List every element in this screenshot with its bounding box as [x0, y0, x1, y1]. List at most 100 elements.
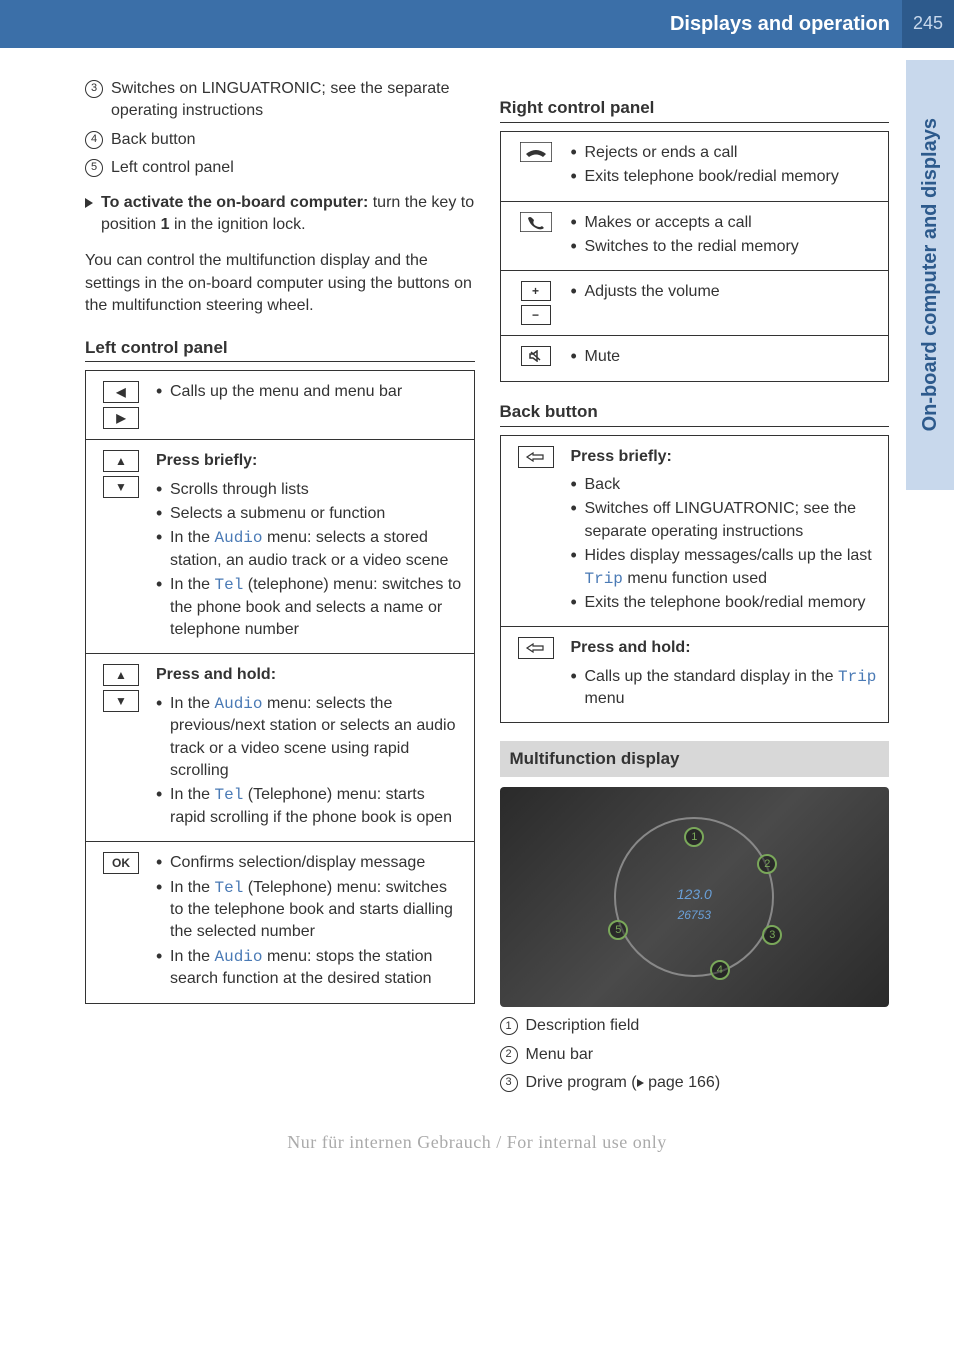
callout-item: 2 Menu bar	[500, 1044, 890, 1066]
numbered-text: Back button	[111, 129, 196, 151]
list-item: Switches to the redial memory	[571, 236, 879, 258]
back-icon	[518, 637, 554, 659]
list-item: In the Tel (Telephone) menu: switches to…	[156, 877, 464, 944]
triangle-bullet-icon	[85, 198, 93, 208]
page-ref-icon	[637, 1079, 644, 1087]
back-button-heading: Back button	[500, 400, 890, 427]
menu-name: Audio	[214, 948, 262, 966]
circle-number-icon: 1	[500, 1017, 518, 1035]
numbered-text: Left control panel	[111, 157, 234, 179]
text-cell: Confirms selection/display message In the…	[156, 842, 474, 1002]
panel-row: ▲▼Press and hold: In the Audio menu: sele…	[86, 654, 474, 842]
list-item: In the Tel (telephone) menu: switches to…	[156, 574, 464, 641]
text-cell: Makes or accepts a callSwitches to the r…	[571, 202, 889, 271]
sub-heading: Press briefly:	[571, 446, 879, 468]
icon-cell: ▲▼	[86, 654, 156, 841]
icon-cell: ◀▶	[86, 371, 156, 439]
numbered-item: 4Back button	[85, 129, 475, 151]
header-title: Displays and operation	[670, 10, 902, 38]
list-item: Hides display messages/calls up the last…	[571, 545, 879, 590]
icon-cell: ▲▼	[86, 440, 156, 653]
icon-cell: OK	[86, 842, 156, 1002]
key-icon: ▶	[103, 407, 139, 429]
icon-cell: +−	[501, 271, 571, 335]
icon-cell	[501, 436, 571, 627]
section-tab: On-board computer and displays	[906, 60, 954, 490]
list-item: Mute	[571, 346, 879, 368]
list-item: In the Audio menu: stops the station sea…	[156, 946, 464, 991]
list-item: Makes or accepts a call	[571, 212, 879, 234]
panel-row: Makes or accepts a callSwitches to the r…	[501, 202, 889, 272]
section-tab-label: On-board computer and displays	[916, 118, 944, 431]
sub-heading: Press and hold:	[156, 664, 464, 686]
list-item: Calls up the menu and menu bar	[156, 381, 464, 403]
speedometer-gauge: 123.0 26753 1 2 3 4 5	[614, 817, 774, 977]
list-item: Scrolls through lists	[156, 479, 464, 501]
text-cell: Calls up the menu and menu bar	[156, 371, 474, 439]
hangup-icon	[520, 142, 552, 162]
list-item: Selects a submenu or function	[156, 503, 464, 525]
icon-cell	[501, 336, 571, 380]
key-icon: ◀	[103, 381, 139, 403]
icon-cell	[501, 202, 571, 271]
list-item: Rejects or ends a call	[571, 142, 879, 164]
menu-name: Trip	[838, 668, 876, 686]
circle-number-icon: 3	[85, 80, 103, 98]
list-item: In the Audio menu: selects a stored stat…	[156, 527, 464, 572]
panel-row: ◀▶Calls up the menu and menu bar	[86, 371, 474, 440]
activate-prefix: To activate the on-board computer:	[101, 194, 368, 211]
callout-item: 1 Description field	[500, 1015, 890, 1037]
control-paragraph: You can control the multifunction displa…	[85, 250, 475, 317]
right-panel-table: Rejects or ends a callExits telephone bo…	[500, 131, 890, 382]
icon-cell	[501, 627, 571, 722]
callout-item: 3Drive program ( page 166)	[500, 1072, 890, 1094]
numbered-item: 3Switches on LINGUATRONIC; see the separ…	[85, 78, 475, 123]
menu-name: Tel	[214, 576, 243, 594]
menu-name: Audio	[214, 695, 262, 713]
back-button-table: Press briefly:BackSwitches off LINGUATRO…	[500, 435, 890, 724]
circle-number-icon: 5	[85, 159, 103, 177]
text-cell: Press briefly:BackSwitches off LINGUATRO…	[571, 436, 889, 627]
watermark-text: Nur für internen Gebrauch / For internal…	[0, 1130, 954, 1155]
mute-icon	[521, 346, 551, 366]
callout-text: Menu bar	[526, 1044, 594, 1066]
volume-up-icon: +	[521, 281, 551, 301]
list-item: In the Audio menu: selects the previous/…	[156, 693, 464, 783]
text-cell: Mute	[571, 336, 889, 380]
list-item: Switches off LINGUATRONIC; see the separ…	[571, 498, 879, 543]
list-item: In the Tel (Telephone) menu: starts rapi…	[156, 784, 464, 829]
activate-instruction: To activate the on-board computer: turn …	[85, 192, 475, 237]
list-item: Confirms selection/display message	[156, 852, 464, 874]
menu-name: Tel	[214, 879, 243, 897]
right-panel-heading: Right control panel	[500, 96, 890, 123]
list-item: Adjusts the volume	[571, 281, 879, 303]
panel-row: Press briefly:BackSwitches off LINGUATRO…	[501, 436, 889, 628]
panel-row: +−Adjusts the volume	[501, 271, 889, 336]
panel-row: ▲▼Press briefly:Scrolls through listsSel…	[86, 440, 474, 654]
callout-text: Drive program ( page 166)	[526, 1072, 721, 1094]
callout-marker-4: 4	[710, 960, 730, 980]
callout-marker-5: 5	[608, 920, 628, 940]
list-item: Calls up the standard display in the Tri…	[571, 666, 879, 711]
callout-text: Description field	[526, 1015, 640, 1037]
text-cell: Adjusts the volume	[571, 271, 889, 335]
numbered-item: 5 Left control panel	[85, 157, 475, 179]
menu-name: Tel	[214, 786, 243, 804]
list-item: Exits telephone book/redial memory	[571, 166, 879, 188]
panel-row: Press and hold: Calls up the standard dis…	[501, 627, 889, 722]
callouts-list: 1 Description field 2 Menu bar 3Drive progra…	[500, 1015, 890, 1094]
sub-heading: Press and hold:	[571, 637, 879, 659]
multifunction-heading: Multifunction display	[500, 741, 890, 777]
panel-row: Rejects or ends a callExits telephone bo…	[501, 132, 889, 202]
circle-number-icon: 2	[500, 1046, 518, 1064]
text-cell: Rejects or ends a callExits telephone bo…	[571, 132, 889, 201]
text-cell: Press and hold: Calls up the standard dis…	[571, 627, 889, 722]
text-cell: Press and hold: In the Audio menu: select…	[156, 654, 474, 841]
page-number: 245	[902, 0, 954, 48]
panel-row: OK Confirms selection/display message In t…	[86, 842, 474, 1002]
key-icon: ▲	[103, 664, 139, 686]
key-icon: ▲	[103, 450, 139, 472]
pickup-icon	[520, 212, 552, 232]
instrument-cluster-image: 123.0 26753 1 2 3 4 5	[500, 787, 890, 1007]
key-icon: OK	[103, 852, 139, 874]
